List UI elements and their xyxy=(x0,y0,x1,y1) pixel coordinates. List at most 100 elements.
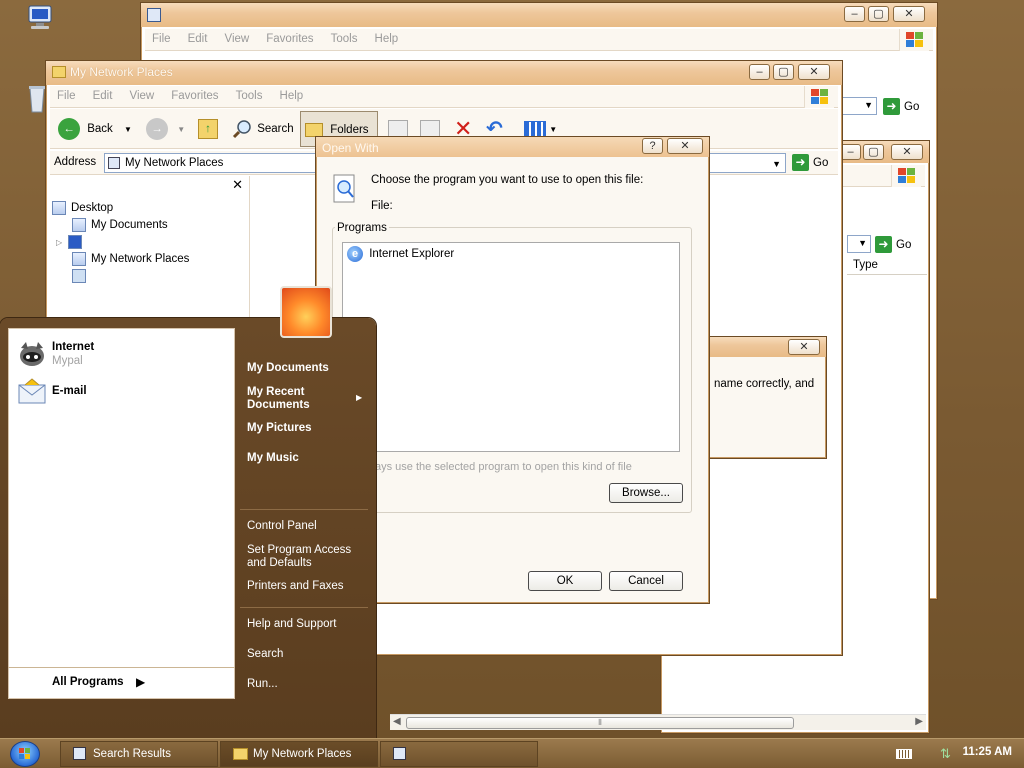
tree-item-my-documents[interactable]: My Documents xyxy=(72,218,168,232)
pinned-item-internet[interactable]: Internet Mypal xyxy=(15,339,227,373)
keyboard-icon[interactable] xyxy=(896,749,912,759)
close-button[interactable]: ✕ xyxy=(798,64,830,80)
forward-button[interactable]: → ▼ xyxy=(146,115,185,143)
start-item-search[interactable]: Search xyxy=(247,648,283,661)
go-arrow-icon: ➜ xyxy=(792,154,809,172)
programs-list[interactable]: e Internet Explorer xyxy=(342,242,680,452)
back-button[interactable]: ← Back ▼ xyxy=(58,115,132,143)
menu-edit[interactable]: Edit xyxy=(181,29,215,49)
go-button[interactable]: ➜ Go xyxy=(875,235,911,255)
magnifier-icon xyxy=(332,173,358,205)
column-header-type[interactable]: Type xyxy=(847,257,927,275)
start-item-set-program-access[interactable]: Set Program Access and Defaults xyxy=(247,544,359,570)
clock[interactable]: 11:25 AM xyxy=(963,746,1012,758)
start-menu-separator xyxy=(240,607,368,608)
chevron-down-icon[interactable]: ▼ xyxy=(549,125,557,134)
maximize-button[interactable]: ▢ xyxy=(868,6,889,22)
search-icon xyxy=(232,119,252,139)
menu-favorites[interactable]: Favorites xyxy=(164,86,225,106)
start-item-my-music[interactable]: My Music xyxy=(247,452,299,465)
chevron-down-icon[interactable]: ▼ xyxy=(772,155,781,173)
tree-item-desktop[interactable]: Desktop xyxy=(52,201,113,215)
all-programs-button[interactable]: All Programs ▶ xyxy=(8,667,235,699)
menu-edit[interactable]: Edit xyxy=(86,86,120,106)
pinned-item-email[interactable]: E-mail xyxy=(15,377,227,411)
close-button[interactable]: ✕ xyxy=(667,138,703,154)
go-button[interactable]: ➜ Go xyxy=(792,153,828,173)
close-button[interactable]: ✕ xyxy=(893,6,925,22)
tree-item-recycle-bin[interactable] xyxy=(72,269,91,283)
taskbar-button-my-network-places[interactable]: My Network Places xyxy=(220,741,378,767)
cancel-button[interactable]: Cancel xyxy=(609,571,683,591)
ok-button[interactable]: OK xyxy=(528,571,602,591)
dialog-title: Open With xyxy=(322,141,379,155)
minimize-button[interactable]: – xyxy=(840,144,861,160)
internet-explorer-icon: e xyxy=(347,246,363,262)
taskbar-button-window[interactable] xyxy=(380,741,538,767)
maximize-button[interactable]: ▢ xyxy=(773,64,794,80)
scroll-left-icon[interactable]: ◀ xyxy=(393,716,401,727)
menu-help[interactable]: Help xyxy=(368,29,406,49)
start-button[interactable] xyxy=(10,741,40,767)
menu-file[interactable]: File xyxy=(145,29,178,49)
start-item-control-panel[interactable]: Control Panel xyxy=(247,520,317,533)
menu-tools[interactable]: Tools xyxy=(324,29,365,49)
folder-icon xyxy=(52,66,66,78)
back-label: Back xyxy=(87,123,113,135)
minimize-button[interactable]: – xyxy=(749,64,770,80)
horizontal-scrollbar[interactable]: ◀ ⦀ ▶ xyxy=(390,714,926,730)
start-item-my-pictures[interactable]: My Pictures xyxy=(247,422,312,435)
start-item-my-documents[interactable]: My Documents xyxy=(247,362,329,375)
up-folder-icon: ↑ xyxy=(198,118,218,139)
error-dialog-titlebar[interactable]: ✕ xyxy=(691,337,826,357)
menu-view[interactable]: View xyxy=(217,29,256,49)
browse-button[interactable]: Browse... xyxy=(609,483,683,503)
scroll-right-icon[interactable]: ▶ xyxy=(915,716,923,727)
menu-help[interactable]: Help xyxy=(273,86,311,106)
taskbar-button-search-results[interactable]: Search Results xyxy=(60,741,218,767)
start-item-run[interactable]: Run... xyxy=(247,678,278,691)
minimize-button[interactable]: – xyxy=(844,6,865,22)
menu-file[interactable]: File xyxy=(50,86,83,106)
start-item-my-recent-documents[interactable]: My Recent Documents xyxy=(247,386,347,412)
go-button[interactable]: ➜ Go xyxy=(883,97,919,117)
close-icon[interactable]: ✕ xyxy=(232,177,243,193)
back-window-titlebar[interactable]: – ▢ ✕ xyxy=(141,3,937,27)
recycle-bin-icon[interactable] xyxy=(28,84,46,117)
file-label: File: xyxy=(371,200,393,212)
search-button[interactable]: Search xyxy=(232,115,294,143)
menu-favorites[interactable]: Favorites xyxy=(259,29,320,49)
close-button[interactable]: ✕ xyxy=(788,339,820,355)
back-arrow-icon: ← xyxy=(58,117,80,140)
scroll-thumb[interactable]: ⦀ xyxy=(406,717,794,729)
back-window-menubar: File Edit View Favorites Tools Help xyxy=(145,29,933,51)
column-type-label: Type xyxy=(853,259,878,271)
recycle-bin-icon xyxy=(72,269,86,283)
network-tray-icon[interactable]: ⇅ xyxy=(940,746,951,762)
up-folder-button[interactable]: ↑ xyxy=(198,115,218,143)
go-label: Go xyxy=(896,239,912,251)
taskbar-label: My Network Places xyxy=(253,748,352,760)
chevron-down-icon[interactable]: ▼ xyxy=(124,125,132,134)
expand-icon[interactable]: ▷ xyxy=(56,238,62,247)
open-with-titlebar[interactable]: Open With ? ✕ xyxy=(316,137,709,157)
menu-tools[interactable]: Tools xyxy=(229,86,270,106)
computer-icon[interactable] xyxy=(26,4,56,35)
chevron-down-icon[interactable]: ▼ xyxy=(177,125,185,134)
start-item-help-and-support[interactable]: Help and Support xyxy=(247,618,337,631)
error-message: name correctly, and xyxy=(714,378,815,390)
address-value: My Network Places xyxy=(125,157,224,169)
address-dropdown[interactable]: ▼ xyxy=(847,235,871,253)
maximize-button[interactable]: ▢ xyxy=(863,144,884,160)
error-dialog[interactable]: ✕ name correctly, and xyxy=(690,336,827,459)
go-label: Go xyxy=(813,157,829,169)
tree-item-network-places[interactable]: My Network Places xyxy=(72,252,189,266)
network-places-icon xyxy=(72,252,86,266)
close-button[interactable]: ✕ xyxy=(891,144,923,160)
start-item-printers-and-faxes[interactable]: Printers and Faxes xyxy=(247,580,344,593)
help-button[interactable]: ? xyxy=(642,138,663,154)
menu-view[interactable]: View xyxy=(122,86,161,106)
program-item[interactable]: e Internet Explorer xyxy=(347,246,454,262)
tree-item-my-computer[interactable]: ▷ xyxy=(56,235,87,249)
network-window-titlebar[interactable]: My Network Places – ▢ ✕ xyxy=(46,61,842,85)
